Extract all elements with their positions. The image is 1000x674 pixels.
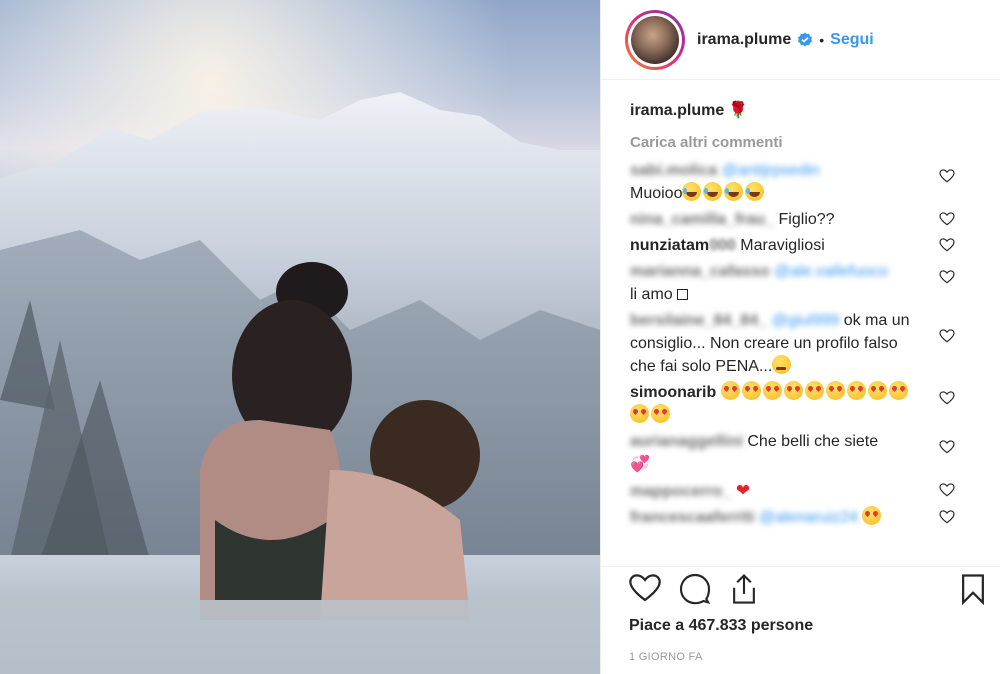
heart-eyes-emoji (762, 381, 782, 400)
comment-text: Che belli che siete (747, 433, 879, 450)
comment: sabi.molica @antijrpsedin Muoioo (630, 159, 977, 205)
avatar[interactable] (625, 9, 685, 70)
post-header: irama.plume • Segui (601, 0, 1000, 80)
follow-button[interactable]: Segui (830, 31, 874, 49)
comment-username[interactable]: sabi.molica (630, 162, 717, 179)
heart-icon[interactable] (629, 573, 661, 603)
likes-count[interactable]: Piace a 467.833 persone (629, 617, 977, 635)
load-more-comments-button[interactable]: Carica altri commenti (630, 134, 977, 151)
post-photo[interactable] (0, 0, 600, 674)
heart-eyes-emoji (804, 381, 824, 400)
heart-eyes-emoji (630, 404, 649, 423)
comments-list[interactable]: irama.plume 🌹 Carica altri commenti sabi.… (601, 80, 1000, 566)
comment-text: Figlio?? (778, 211, 835, 228)
heart-eyes-emoji (720, 381, 740, 400)
laughing-emoji (703, 182, 723, 201)
comment-username[interactable]: nina_camilla_frau_ (630, 211, 774, 228)
comment: francescaaferriti @alenaruiz24 (630, 506, 977, 529)
laughing-emoji (745, 182, 765, 201)
comment-username[interactable]: marianna_cafasso (630, 263, 770, 280)
heart-eyes-emoji (867, 381, 887, 400)
comment-username[interactable]: aurianaggellini (630, 433, 743, 450)
comment-text: li amo (630, 286, 673, 303)
heart-eyes-emoji (825, 381, 845, 400)
heart-eyes-emoji (888, 381, 908, 400)
comment-like-icon[interactable] (939, 212, 955, 226)
comment-text: Maravigliosi (740, 237, 825, 254)
comment: aurianaggellini Che belli che siete 💞 (630, 430, 977, 476)
rose-emoji: 🌹 (728, 102, 749, 119)
laughing-emoji (724, 182, 744, 201)
comment-like-icon[interactable] (939, 270, 955, 284)
comment-username[interactable]: nunziatam000 (630, 237, 736, 254)
comment: simoonarib (630, 381, 977, 427)
header-username[interactable]: irama.plume (697, 31, 791, 49)
comment-like-icon[interactable] (939, 483, 955, 497)
comment-like-icon[interactable] (939, 169, 955, 183)
comment: nunziatam000 Maravigliosi (630, 234, 977, 257)
caption: irama.plume 🌹 (630, 100, 977, 120)
separator-dot: • (819, 31, 825, 48)
comment-username[interactable]: simoonarib (630, 384, 716, 401)
laughing-emoji (682, 182, 702, 201)
comment-mention[interactable]: @antijrpsedin (722, 162, 820, 179)
comment-username[interactable]: francescaaferriti (630, 509, 755, 526)
post-details-panel: irama.plume • Segui irama.plume 🌹 Carica … (600, 0, 1000, 674)
comment-mention[interactable]: @alenaruiz24 (759, 509, 858, 526)
heart-eyes-emoji (651, 404, 670, 423)
comment-like-icon[interactable] (939, 440, 955, 454)
photo-scene (0, 0, 600, 674)
share-icon[interactable] (729, 573, 759, 605)
comment-like-icon[interactable] (939, 391, 955, 405)
verified-badge-icon (798, 32, 813, 46)
comment: marianna_cafasso @ale.vallefuoco li amo (630, 260, 977, 306)
post-timestamp[interactable]: 1 GIORNO FA (629, 651, 977, 663)
comment-text: Muoioo (630, 185, 683, 202)
comment-mention[interactable]: @ale.vallefuoco (774, 263, 888, 280)
bookmark-icon[interactable] (960, 573, 986, 605)
sleepy-emoji (772, 355, 792, 374)
comment: bersilaine_84_84_ @giul999 ok ma un cons… (630, 309, 977, 378)
comment: nina_camilla_frau_ Figlio?? (630, 208, 977, 231)
post-actions: Piace a 467.833 persone 1 GIORNO FA (601, 566, 1000, 674)
heart-eyes-emoji (862, 506, 882, 525)
heart-eyes-emoji (741, 381, 761, 400)
heart-eyes-emoji (846, 381, 866, 400)
comment-username[interactable]: bersilaine_84_84_ (630, 312, 767, 329)
caption-username[interactable]: irama.plume (630, 102, 724, 119)
comment-like-icon[interactable] (939, 329, 955, 343)
comment-like-icon[interactable] (939, 510, 955, 524)
heart-eyes-emoji (783, 381, 803, 400)
red-heart-emoji: ❤ (735, 481, 751, 500)
comment-username[interactable]: mappocerro_ (630, 483, 731, 500)
comment-like-icon[interactable] (939, 238, 955, 252)
comment-bubble-icon[interactable] (679, 573, 711, 605)
unknown-glyph-icon (677, 289, 689, 300)
sparkling-heart-emoji: 💞 (630, 456, 650, 473)
comment: mappocerro_ ❤ (630, 479, 977, 503)
comment-mention[interactable]: @giul999 (771, 312, 839, 329)
action-icons (629, 567, 984, 615)
